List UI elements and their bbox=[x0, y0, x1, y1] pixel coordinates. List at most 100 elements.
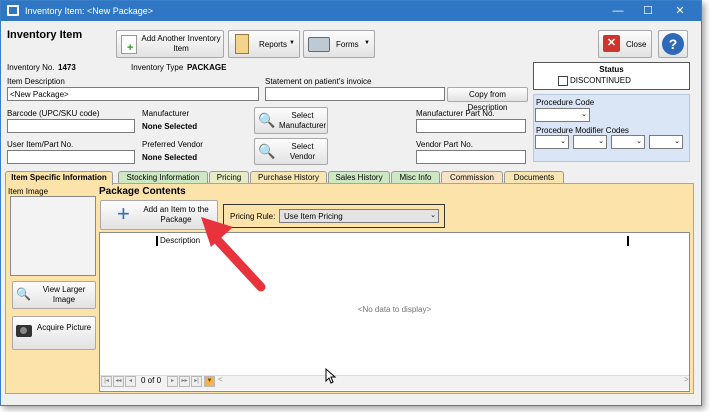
filter-icon[interactable]: ▼ bbox=[204, 376, 215, 387]
statement-label: Statement on patient's invoice bbox=[265, 77, 372, 86]
manufacturer-value: None Selected bbox=[142, 122, 198, 131]
next-page-icon[interactable]: ▸ bbox=[167, 376, 178, 387]
window-title: Inventory Item: <New Package> bbox=[25, 6, 154, 16]
barcode-field[interactable] bbox=[7, 119, 135, 133]
close-window-button[interactable]: ✕ bbox=[665, 1, 695, 21]
status-box: Status DISCONTINUED bbox=[533, 62, 690, 90]
pager-text: 0 of 0 bbox=[141, 376, 162, 385]
scroll-right-icon[interactable]: > bbox=[684, 375, 689, 384]
chevron-down-icon: ⌄ bbox=[581, 111, 587, 118]
magnifier-icon: 🔍 bbox=[16, 287, 31, 301]
chevron-down-icon: ⌄ bbox=[560, 138, 566, 145]
scroll-left-icon[interactable]: < bbox=[218, 375, 223, 384]
magnifier-icon: 🔍 bbox=[258, 143, 276, 159]
forms-button[interactable]: Forms ▼ bbox=[303, 30, 375, 58]
inventory-item-window: Inventory Item: <New Package> — ☐ ✕ Inve… bbox=[0, 0, 702, 406]
barcode-label: Barcode (UPC/SKU code) bbox=[7, 109, 100, 118]
preferred-vendor-label: Preferred Vendor bbox=[142, 140, 203, 149]
chevron-down-icon: ⌄ bbox=[636, 138, 642, 145]
reports-button[interactable]: Reports ▼ bbox=[228, 30, 300, 58]
help-button[interactable]: ? bbox=[658, 30, 688, 58]
copy-from-description-button[interactable]: Copy from Description bbox=[447, 87, 528, 112]
statement-field[interactable] bbox=[265, 87, 445, 101]
package-contents-heading: Package Contents bbox=[99, 186, 186, 197]
discontinued-label: DISCONTINUED bbox=[570, 76, 631, 85]
reports-label: Reports bbox=[259, 40, 288, 49]
description-column-header[interactable]: Description bbox=[160, 236, 200, 245]
add-another-inventory-item-button[interactable]: + Add Another Inventory Item bbox=[116, 30, 224, 58]
procedure-code-label: Procedure Code bbox=[536, 98, 595, 107]
modifier-select-1[interactable]: ⌄ bbox=[535, 135, 569, 149]
inventory-type-label: Inventory Type bbox=[131, 63, 184, 72]
plus-icon: + bbox=[117, 201, 130, 226]
app-icon bbox=[7, 5, 19, 16]
chevron-down-icon: ⌄ bbox=[430, 212, 436, 219]
next-page-group-icon[interactable]: ▸▸ bbox=[179, 376, 190, 387]
view-larger-image-button[interactable]: 🔍 View Larger Image bbox=[12, 281, 96, 309]
annotation-arrow-icon bbox=[201, 217, 266, 292]
vendor-part-field[interactable] bbox=[416, 150, 526, 164]
status-title: Status bbox=[599, 65, 624, 74]
procedure-code-panel: Procedure Code ⌄ Procedure Modifier Code… bbox=[533, 94, 690, 162]
user-item-field[interactable] bbox=[7, 150, 135, 164]
discontinued-checkbox[interactable] bbox=[558, 76, 568, 86]
maximize-button[interactable]: ☐ bbox=[633, 1, 663, 21]
chevron-down-icon: ▼ bbox=[289, 40, 295, 46]
chevron-down-icon: ⌄ bbox=[674, 138, 680, 145]
help-icon: ? bbox=[662, 33, 684, 55]
first-page-icon[interactable]: |◂ bbox=[101, 376, 112, 387]
printer-icon bbox=[308, 37, 330, 52]
procedure-modifier-label: Procedure Modifier Codes bbox=[536, 126, 629, 135]
prev-page-icon[interactable]: ◂ bbox=[125, 376, 136, 387]
select-vendor-button[interactable]: 🔍 Select Vendor bbox=[254, 138, 328, 165]
prev-page-group-icon[interactable]: ◂◂ bbox=[113, 376, 124, 387]
forms-label: Forms bbox=[336, 40, 359, 49]
package-grid[interactable]: Description <No data to display> bbox=[99, 232, 690, 392]
mouse-cursor-icon bbox=[325, 368, 337, 384]
modifier-select-4[interactable]: ⌄ bbox=[649, 135, 683, 149]
camera-icon bbox=[16, 325, 32, 337]
preferred-vendor-value: None Selected bbox=[142, 153, 198, 162]
pricing-rule-value: Use Item Pricing bbox=[284, 212, 343, 221]
item-image-label: Item Image bbox=[8, 187, 49, 196]
close-icon: ✕ bbox=[603, 35, 620, 52]
manufacturer-part-label: Manufacturer Part No. bbox=[416, 109, 495, 118]
empty-grid-message: <No data to display> bbox=[357, 305, 432, 314]
chevron-down-icon: ⌄ bbox=[598, 138, 604, 145]
tab-panel: Item Image 🔍 View Larger Image Acquire P… bbox=[5, 183, 694, 394]
minimize-button[interactable]: — bbox=[603, 1, 633, 21]
title-bar[interactable]: Inventory Item: <New Package> — ☐ ✕ bbox=[1, 1, 701, 21]
select-manufacturer-label: Select Manufacturer bbox=[279, 111, 327, 130]
select-vendor-label: Select Vendor bbox=[289, 142, 316, 161]
modifier-select-3[interactable]: ⌄ bbox=[611, 135, 645, 149]
magnifier-icon: 🔍 bbox=[258, 112, 276, 128]
tab-item-specific-information[interactable]: Item Specific Information bbox=[5, 171, 113, 185]
pricing-rule-select[interactable]: Use Item Pricing ⌄ bbox=[279, 209, 439, 223]
close-button[interactable]: ✕ Close bbox=[598, 30, 652, 58]
chevron-down-icon: ▼ bbox=[364, 40, 370, 46]
last-page-icon[interactable]: ▸| bbox=[191, 376, 202, 387]
view-larger-label: View Larger Image bbox=[42, 285, 86, 304]
procedure-code-select[interactable]: ⌄ bbox=[535, 108, 590, 122]
new-document-icon: + bbox=[121, 35, 137, 54]
item-description-field[interactable] bbox=[7, 87, 259, 101]
page-title: Inventory Item bbox=[7, 29, 83, 41]
user-item-label: User Item/Part No. bbox=[7, 140, 74, 149]
vendor-part-label: Vendor Part No. bbox=[416, 140, 473, 149]
modifier-select-2[interactable]: ⌄ bbox=[573, 135, 607, 149]
column-divider bbox=[156, 236, 158, 246]
select-manufacturer-button[interactable]: 🔍 Select Manufacturer bbox=[254, 107, 328, 134]
manufacturer-label: Manufacturer bbox=[142, 109, 190, 118]
close-label: Close bbox=[626, 40, 647, 49]
manufacturer-part-field[interactable] bbox=[416, 119, 526, 133]
acquire-label: Acquire Picture bbox=[36, 323, 92, 332]
inventory-type-value: PACKAGE bbox=[187, 63, 227, 72]
item-image-box bbox=[10, 196, 96, 276]
acquire-picture-button[interactable]: Acquire Picture bbox=[12, 316, 96, 350]
add-another-label: Add Another Inventory Item bbox=[141, 34, 221, 53]
clipboard-icon bbox=[235, 34, 249, 54]
column-divider bbox=[627, 236, 629, 246]
item-description-label: Item Description bbox=[7, 77, 65, 86]
inventory-no-value: 1473 bbox=[58, 63, 76, 72]
inventory-no-label: Inventory No. bbox=[7, 63, 55, 72]
